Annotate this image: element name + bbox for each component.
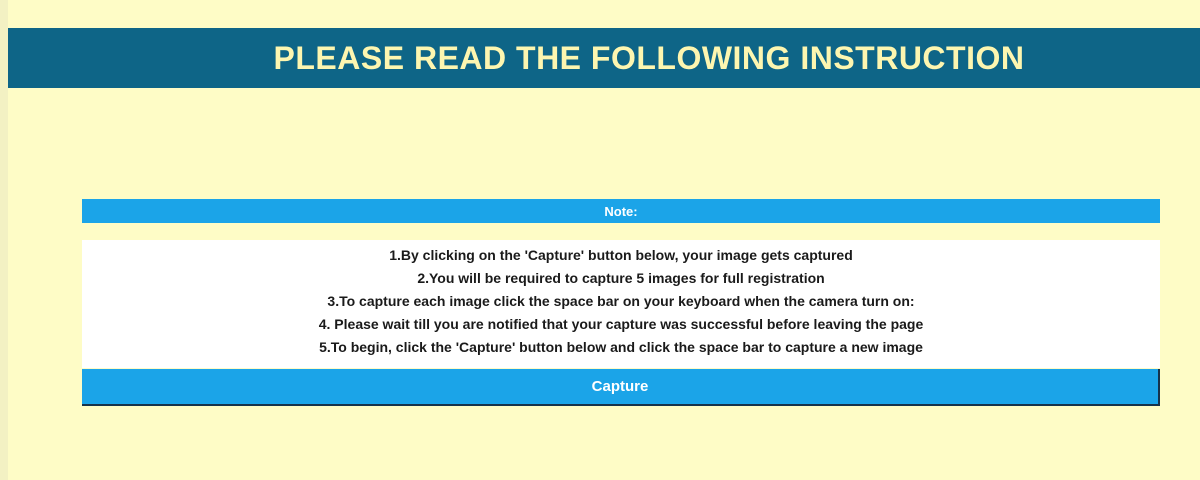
instruction-item-3: 3.To capture each image click the space … — [327, 293, 915, 309]
note-bar: Note: — [82, 199, 1160, 223]
instructions-panel: 1.By clicking on the 'Capture' button be… — [82, 240, 1160, 368]
header-bar: PLEASE READ THE FOLLOWING INSTRUCTION — [8, 28, 1200, 88]
instruction-item-5: 5.To begin, click the 'Capture' button b… — [319, 339, 923, 355]
instruction-item-1: 1.By clicking on the 'Capture' button be… — [389, 247, 853, 263]
instruction-item-2: 2.You will be required to capture 5 imag… — [417, 270, 825, 286]
capture-button-label: Capture — [591, 378, 649, 395]
note-label: Note: — [604, 203, 638, 219]
page-title: PLEASE READ THE FOLLOWING INSTRUCTION — [273, 39, 1025, 76]
left-edge-strip — [0, 0, 8, 480]
instruction-item-4: 4. Please wait till you are notified tha… — [318, 316, 924, 332]
capture-button[interactable]: Capture — [82, 369, 1160, 406]
page-background: PLEASE READ THE FOLLOWING INSTRUCTION No… — [0, 0, 1200, 480]
